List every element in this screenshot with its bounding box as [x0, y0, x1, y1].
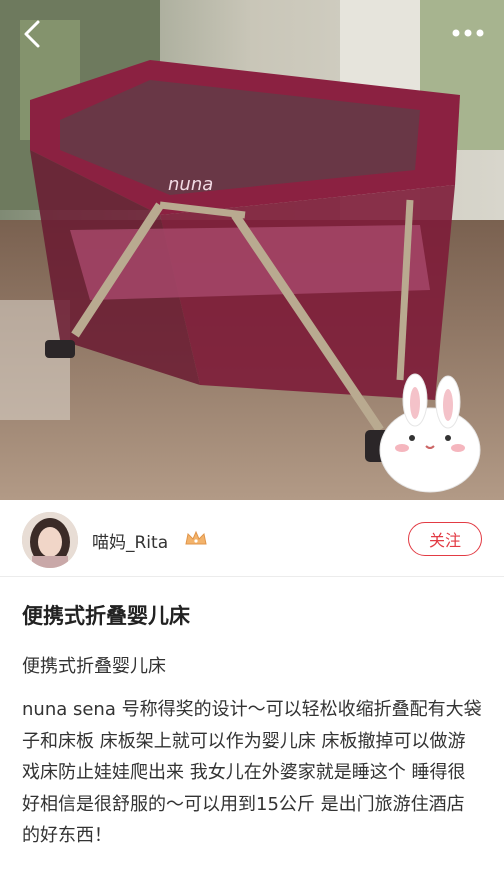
avatar-image — [22, 512, 78, 568]
follow-button[interactable]: 关注 — [408, 522, 482, 556]
post-subtitle: 便携式折叠婴儿床 — [22, 656, 166, 677]
more-dots-icon — [452, 29, 484, 37]
back-button[interactable] — [14, 14, 54, 54]
chevron-left-icon — [24, 20, 40, 48]
more-options-button[interactable] — [444, 18, 492, 48]
author-name[interactable]: 喵妈_Rita — [92, 528, 168, 553]
post-title: 便携式折叠婴儿床 — [22, 604, 190, 628]
post-photo[interactable]: nuna — [0, 0, 504, 500]
crib-photo-illustration: nuna — [0, 0, 504, 500]
avatar[interactable] — [22, 512, 78, 568]
crib-brand-mark: nuna — [168, 174, 213, 195]
post-body: nuna sena 号称得奖的设计～可以轻松收缩折叠配有大袋子和床板 床板架上就… — [22, 699, 482, 846]
author-bar: 喵妈_Rita 关注 — [0, 500, 504, 577]
crown-icon — [185, 530, 207, 545]
